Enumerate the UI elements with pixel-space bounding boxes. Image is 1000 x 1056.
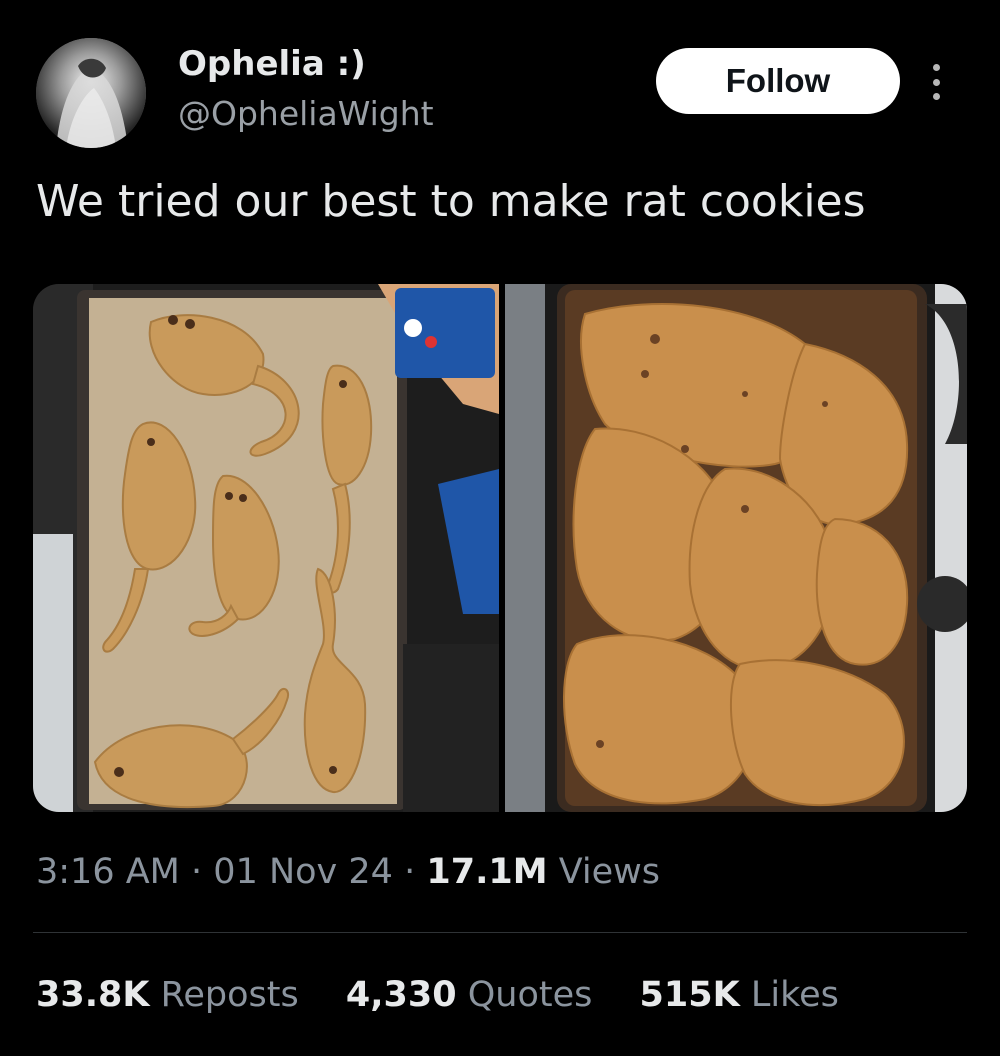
quotes-stat[interactable]: 4,330 Quotes [346, 975, 593, 1015]
rat-dough-photo [33, 284, 499, 812]
dot [932, 93, 940, 100]
baked-cookie-photo [505, 284, 967, 812]
quotes-label: Quotes [467, 975, 593, 1015]
divider [33, 932, 967, 933]
timestamp-date[interactable]: 01 Nov 24 [213, 852, 393, 892]
likes-count: 515K [639, 975, 740, 1015]
dot [932, 78, 940, 86]
more-dots-icon[interactable] [930, 64, 942, 100]
quotes-count: 4,330 [345, 975, 457, 1015]
media-gallery [33, 284, 967, 812]
photo-left[interactable] [33, 284, 499, 812]
avatar-image [36, 38, 146, 148]
meta-separator: · [404, 852, 416, 892]
tweet-meta: 3:16 AM · 01 Nov 24 · 17.1M Views [36, 852, 660, 892]
dot [932, 64, 940, 71]
photo-right[interactable] [505, 284, 967, 812]
likes-label: Likes [750, 975, 839, 1015]
reposts-count: 33.8K [36, 975, 150, 1015]
timestamp-time[interactable]: 3:16 AM [36, 852, 180, 892]
views-label: Views [558, 852, 660, 892]
meta-separator: · [191, 852, 203, 892]
engagement-stats: 33.8K Reposts 4,330 Quotes 515K Likes [36, 975, 875, 1015]
user-handle[interactable]: @OpheliaWight [178, 94, 434, 133]
display-name[interactable]: Ophelia :) [178, 44, 366, 84]
reposts-stat[interactable]: 33.8K Reposts [36, 975, 299, 1015]
tweet-header: Ophelia :) @OpheliaWight Follow [36, 38, 966, 148]
avatar[interactable] [36, 38, 146, 148]
follow-button[interactable]: Follow [656, 48, 900, 114]
likes-stat[interactable]: 515K Likes [640, 975, 839, 1015]
views-count: 17.1M [426, 852, 548, 892]
reposts-label: Reposts [160, 975, 299, 1015]
tweet-text: We tried our best to make rat cookies [36, 176, 866, 227]
